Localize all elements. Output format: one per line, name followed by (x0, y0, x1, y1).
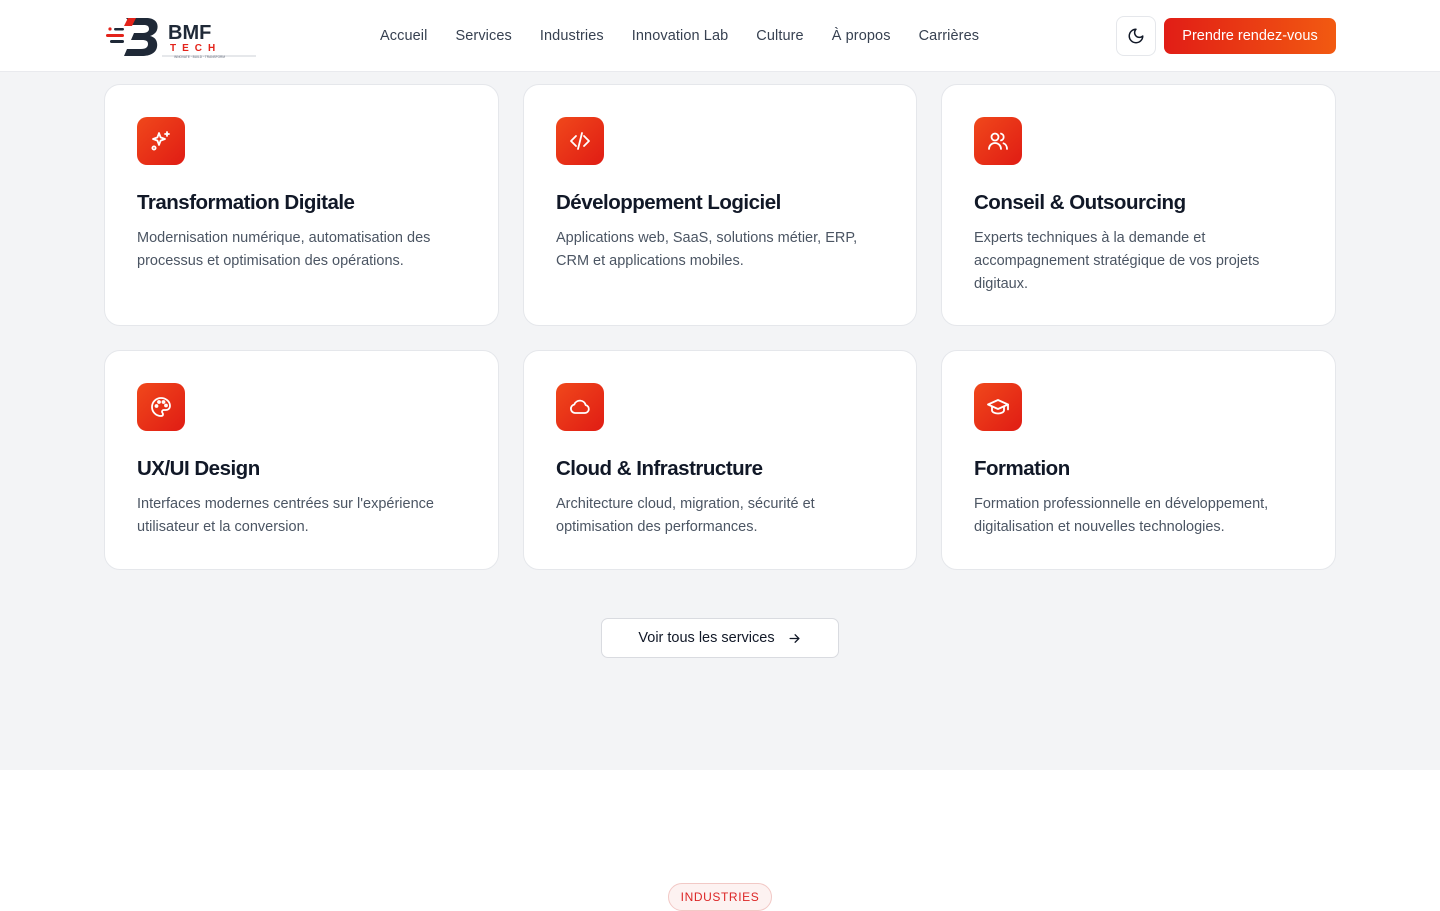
service-description: Experts techniques à la demande et accom… (974, 230, 1260, 292)
palette-icon (151, 397, 171, 417)
service-icon-box (556, 117, 604, 165)
service-icon-box (974, 383, 1022, 431)
theme-toggle-button[interactable] (1116, 16, 1156, 56)
service-icon-box (974, 117, 1022, 165)
graduation-cap-icon (987, 399, 1009, 415)
service-card-ux-ui-design[interactable]: UX/UI Design Interfaces modernes centrée… (104, 350, 499, 570)
book-appointment-button[interactable]: Prendre rendez-vous (1164, 18, 1336, 54)
service-title: UX/UI Design (137, 457, 260, 480)
service-title: Développement Logiciel (556, 191, 781, 214)
code-icon (570, 132, 590, 150)
service-title: Cloud & Infrastructure (556, 457, 763, 480)
service-description: Applications web, SaaS, solutions métier… (556, 230, 858, 269)
users-icon (988, 132, 1008, 150)
nav-item-innovation-lab[interactable]: Innovation Lab (618, 28, 743, 44)
service-card-transformation-digitale[interactable]: Transformation Digitale Modernisation nu… (104, 84, 499, 326)
nav-item-services[interactable]: Services (441, 28, 525, 44)
moon-icon (1128, 28, 1144, 44)
service-card-conseil-outsourcing[interactable]: Conseil & Outsourcing Experts techniques… (941, 84, 1336, 326)
service-title: Formation (974, 457, 1070, 480)
svg-text:BMF: BMF (168, 22, 211, 44)
industries-section-badge: INDUSTRIES (668, 883, 772, 911)
service-icon-box (556, 383, 604, 431)
svg-text:INNOVATE · BUILD · TRANSFORM: INNOVATE · BUILD · TRANSFORM (174, 55, 225, 59)
main-nav: Accueil Services Industries Innovation L… (366, 0, 993, 72)
service-description: Interfaces modernes centrées sur l'expér… (137, 496, 434, 535)
svg-text:TECH: TECH (170, 43, 221, 54)
service-card-formation[interactable]: Formation Formation professionnelle en d… (941, 350, 1336, 570)
service-description: Formation professionnelle en développeme… (974, 496, 1269, 535)
service-card-cloud-infrastructure[interactable]: Cloud & Infrastructure Architecture clou… (523, 350, 917, 570)
nav-item-carrieres[interactable]: Carrières (905, 28, 994, 44)
bmf-logo-icon: BMF TECH INNOVATE · BUILD · TRANSFORM (106, 18, 256, 59)
view-all-services-label: Voir tous les services (638, 630, 775, 646)
service-title: Transformation Digitale (137, 191, 355, 214)
nav-item-a-propos[interactable]: À propos (818, 28, 905, 44)
service-icon-box (137, 117, 185, 165)
service-title: Conseil & Outsourcing (974, 191, 1186, 214)
service-card-developpement-logiciel[interactable]: Développement Logiciel Applications web,… (523, 84, 917, 326)
nav-item-industries[interactable]: Industries (526, 28, 618, 44)
view-all-services-button[interactable]: Voir tous les services (601, 618, 839, 658)
sparkles-icon (151, 131, 170, 151)
services-section: Transformation Digitale Modernisation nu… (0, 72, 1440, 770)
site-header: BMF TECH INNOVATE · BUILD · TRANSFORM Ac… (0, 0, 1440, 72)
service-icon-box (137, 383, 185, 431)
brand-logo[interactable]: BMF TECH INNOVATE · BUILD · TRANSFORM (104, 14, 258, 60)
nav-item-accueil[interactable]: Accueil (366, 28, 441, 44)
nav-item-culture[interactable]: Culture (742, 28, 817, 44)
service-description: Architecture cloud, migration, sécurité … (556, 496, 815, 535)
service-description: Modernisation numérique, automatisation … (137, 230, 431, 269)
arrow-right-icon (789, 633, 800, 643)
cloud-icon (570, 399, 590, 414)
